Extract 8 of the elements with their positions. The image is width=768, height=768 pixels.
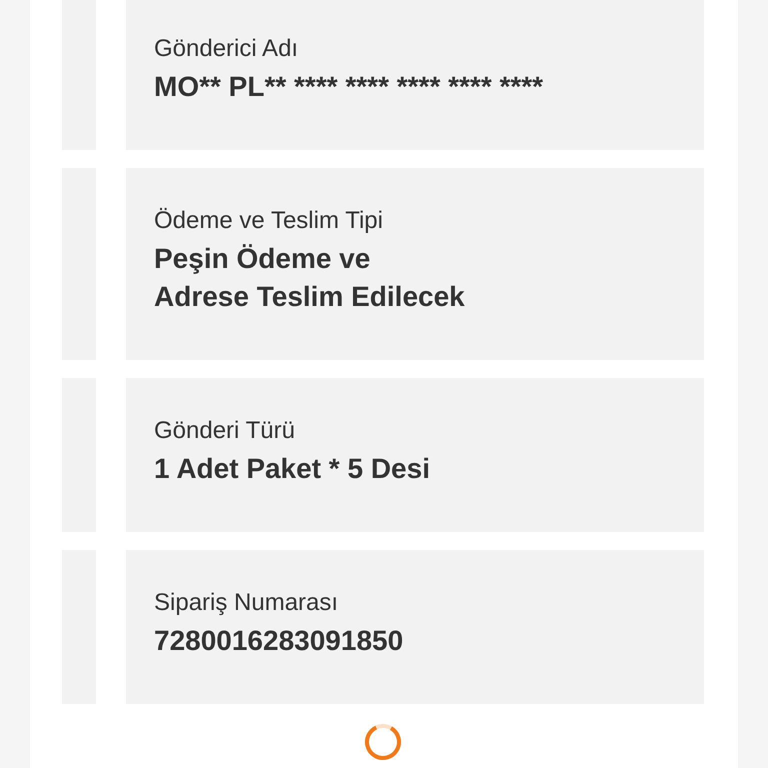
field-value: 1 Adet Paket * 5 Desi — [154, 452, 431, 486]
field-label: Gönderi Türü — [154, 416, 296, 446]
field-value: MO** PL** **** **** **** **** **** — [154, 70, 544, 104]
field-label: Gönderici Adı — [154, 34, 300, 64]
field-label: Ödeme ve Teslim Tipi — [154, 206, 384, 236]
field-label: Sipariş Numarası — [154, 588, 340, 618]
field-value: 7280016283091850 — [154, 624, 404, 658]
field-value: Peşin Ödeme ve Adrese Teslim Edilecek — [154, 242, 466, 314]
